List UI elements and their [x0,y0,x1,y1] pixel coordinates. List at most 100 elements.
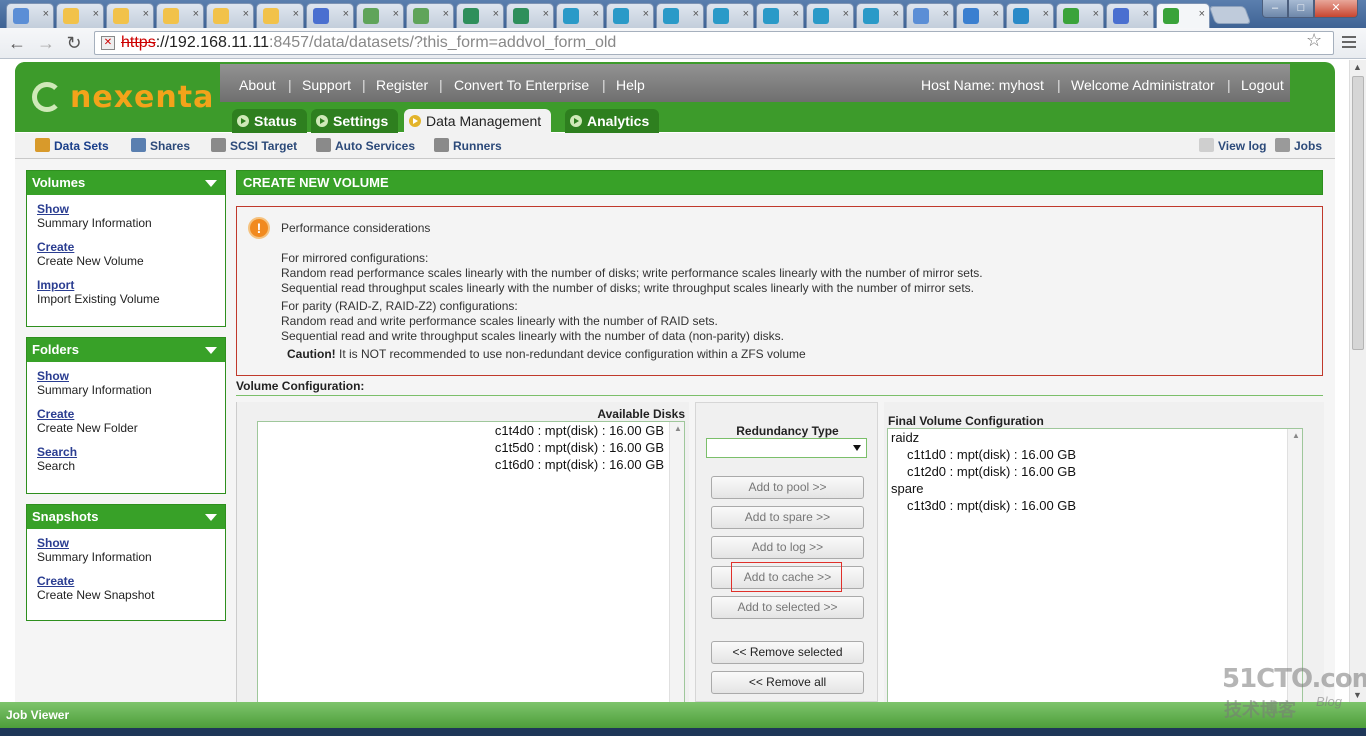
browser-tab[interactable]: × [256,3,304,28]
register-link[interactable]: Register [376,77,428,93]
redundancy-type-select[interactable] [706,438,867,458]
add-to-pool-button[interactable]: Add to pool >> [711,476,864,499]
scroll-up-icon[interactable]: ▲ [1292,431,1300,440]
subnav-scsi-target[interactable]: SCSI Target [211,138,297,153]
tab-close-icon[interactable]: × [1093,8,1099,20]
browser-tab[interactable]: × [106,3,154,28]
tab-close-icon[interactable]: × [543,8,549,20]
remove-selected-button[interactable]: << Remove selected [711,641,864,664]
browser-tab[interactable]: × [356,3,404,28]
forward-arrow-icon[interactable]: → [35,32,57,54]
browser-tab[interactable]: × [156,3,204,28]
browser-menu-icon[interactable] [1342,36,1356,50]
browser-tab[interactable]: × [1156,3,1210,29]
browser-tab[interactable]: × [406,3,454,28]
browser-tab[interactable]: × [756,3,804,28]
browser-tab[interactable]: × [656,3,704,28]
browser-tab[interactable]: × [706,3,754,28]
subnav-runners[interactable]: Runners [434,138,502,153]
snapshots-panel-header[interactable]: Snapshots [27,505,225,529]
tab-close-icon[interactable]: × [143,8,149,20]
tab-close-icon[interactable]: × [393,8,399,20]
final-volume-list[interactable]: raidz c1t1d0 : mpt(disk) : 16.00 GB c1t2… [887,428,1303,702]
browser-tab[interactable]: × [856,3,904,28]
browser-tab[interactable]: × [606,3,654,28]
tab-close-icon[interactable]: × [1043,8,1049,20]
browser-tab[interactable]: × [1056,3,1104,28]
collapse-caret-icon[interactable] [205,347,217,354]
tab-close-icon[interactable]: × [943,8,949,20]
jobs-link[interactable]: Jobs [1275,138,1322,153]
nexenta-logo[interactable]: nexenta [15,62,220,130]
tab-close-icon[interactable]: × [693,8,699,20]
tab-close-icon[interactable]: × [93,8,99,20]
tab-data-management[interactable]: Data Management [404,109,552,133]
available-disks-list[interactable]: c1t4d0 : mpt(disk) : 16.00 GB c1t5d0 : m… [257,421,685,702]
new-tab-button[interactable] [1208,6,1252,24]
tab-close-icon[interactable]: × [193,8,199,20]
volumes-panel-header[interactable]: Volumes [27,171,225,195]
folders-search-link[interactable]: Search [37,445,215,459]
browser-tab[interactable]: × [506,3,554,28]
tab-close-icon[interactable]: × [793,8,799,20]
tab-close-icon[interactable]: × [493,8,499,20]
convert-to-enterprise-link[interactable]: Convert To Enterprise [454,77,589,93]
folders-create-link[interactable]: Create [37,407,215,421]
maximize-window-button[interactable]: □ [1288,0,1314,18]
minimize-window-button[interactable]: – [1262,0,1288,18]
list-item[interactable]: c1t1d0 : mpt(disk) : 16.00 GB [907,447,1076,462]
insecure-lock-icon[interactable]: ✕ [101,36,115,50]
browser-tab[interactable]: × [956,3,1004,28]
list-item[interactable]: raidz [891,430,919,445]
tab-close-icon[interactable]: × [743,8,749,20]
view-log-link[interactable]: View log [1199,138,1266,153]
subnav-auto-services[interactable]: Auto Services [316,138,415,153]
tab-close-icon[interactable]: × [993,8,999,20]
tab-close-icon[interactable]: × [443,8,449,20]
close-window-button[interactable]: ✕ [1314,0,1358,18]
tab-settings[interactable]: Settings [311,109,399,133]
collapse-caret-icon[interactable] [205,514,217,521]
list-item[interactable]: c1t3d0 : mpt(disk) : 16.00 GB [907,498,1076,513]
tab-close-icon[interactable]: × [293,8,299,20]
browser-tab[interactable]: × [56,3,104,28]
page-scrollbar[interactable]: ▲ ▼ [1349,60,1366,702]
tab-close-icon[interactable]: × [243,8,249,20]
tab-close-icon[interactable]: × [343,8,349,20]
list-item[interactable]: spare [891,481,924,496]
browser-tab[interactable]: × [456,3,504,28]
folders-show-link[interactable]: Show [37,369,215,383]
subnav-data-sets[interactable]: Data Sets [35,138,109,153]
list-item[interactable]: c1t4d0 : mpt(disk) : 16.00 GB [495,423,664,438]
list-item[interactable]: c1t2d0 : mpt(disk) : 16.00 GB [907,464,1076,479]
add-to-log-button[interactable]: Add to log >> [711,536,864,559]
back-arrow-icon[interactable]: ← [6,32,28,54]
subnav-shares[interactable]: Shares [131,138,190,153]
browser-tab[interactable]: × [206,3,254,28]
support-link[interactable]: Support [302,77,351,93]
tab-analytics[interactable]: Analytics [565,109,660,133]
tab-close-icon[interactable]: × [43,8,49,20]
browser-tab[interactable]: × [906,3,954,28]
browser-tab[interactable]: × [1006,3,1054,28]
list-scrollbar[interactable]: ▲ [669,422,684,702]
volumes-create-link[interactable]: Create [37,240,215,254]
address-bar[interactable]: ✕ https://192.168.11.11:8457/data/datase… [94,31,1334,55]
tab-close-icon[interactable]: × [643,8,649,20]
browser-tab[interactable]: × [306,3,354,28]
list-item[interactable]: c1t5d0 : mpt(disk) : 16.00 GB [495,440,664,455]
help-link[interactable]: Help [616,77,645,93]
scrollbar-thumb[interactable] [1352,76,1364,350]
browser-tab[interactable]: × [556,3,604,28]
tab-close-icon[interactable]: × [593,8,599,20]
list-scrollbar[interactable]: ▲ [1287,429,1302,702]
about-link[interactable]: About [239,77,276,93]
browser-tab[interactable]: × [806,3,854,28]
add-to-spare-button[interactable]: Add to spare >> [711,506,864,529]
reload-icon[interactable]: ↻ [63,32,85,54]
bookmark-star-icon[interactable]: ☆ [1306,30,1322,51]
logout-link[interactable]: Logout [1241,77,1284,93]
remove-all-button[interactable]: << Remove all [711,671,864,694]
scroll-up-icon[interactable]: ▲ [674,424,682,433]
tab-status[interactable]: Status [232,109,307,133]
